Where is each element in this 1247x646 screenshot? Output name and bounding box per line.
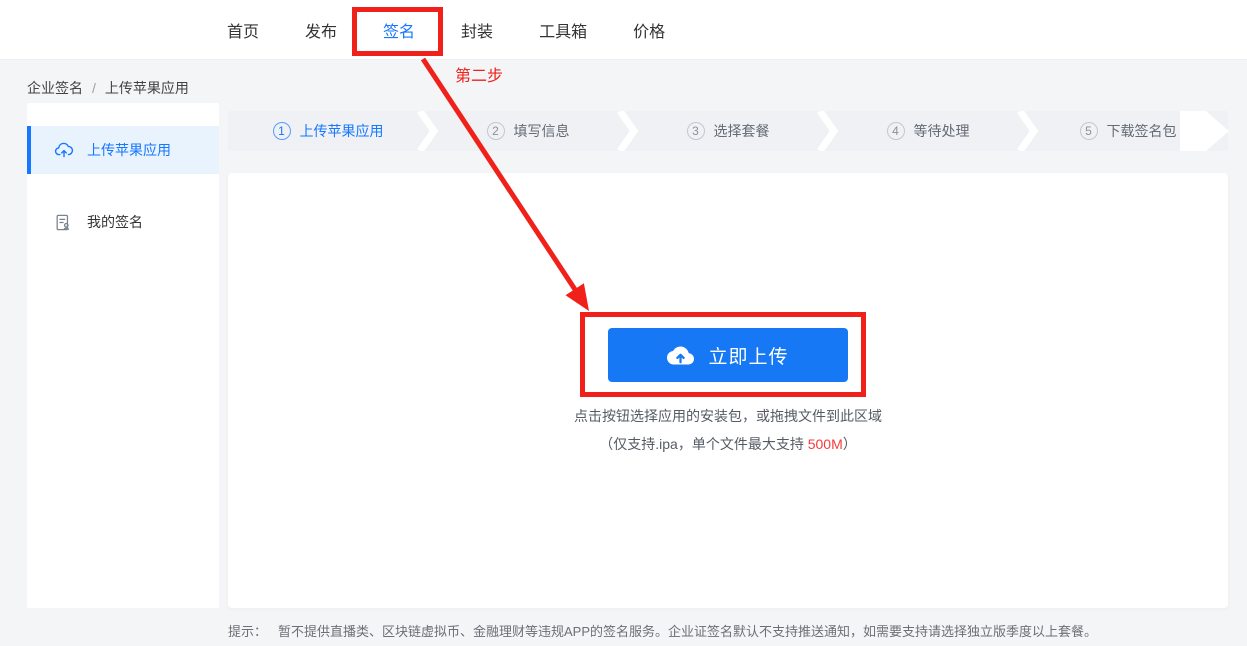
nav-item-package[interactable]: 封装 [461, 18, 493, 42]
max-size-highlight: 500M [807, 436, 843, 452]
step-label: 上传苹果应用 [299, 123, 384, 139]
nav-item-sign[interactable]: 签名 [383, 18, 416, 54]
step-1-upload: 1 上传苹果应用 [228, 111, 428, 151]
step-number-badge: 2 [486, 122, 505, 140]
breadcrumb-section[interactable]: 企业签名 [27, 78, 83, 98]
upload-now-button[interactable]: 立即上传 [608, 328, 848, 382]
step-number-badge: 4 [886, 122, 905, 140]
nav-item-publish[interactable]: 发布 [305, 18, 337, 42]
step-label: 选择套餐 [713, 123, 770, 139]
upload-hint-line1: 点击按钮选择应用的安装包，或拖拽文件到此区域 [574, 408, 882, 424]
upload-hint-line2: （仅支持.ipa，单个文件最大支持 500M） [599, 434, 857, 454]
signature-doc-icon [54, 212, 74, 232]
upload-button-label: 立即上传 [708, 346, 789, 368]
step-number-badge: 1 [272, 122, 291, 140]
sidebar: 上传苹果应用 我的签名 [27, 103, 219, 608]
page: 首页 发布 签名 封装 工具箱 价格 企业签名 / 上传苹果应用 上传苹果应用 [0, 0, 1247, 646]
sidebar-item-my-signatures[interactable]: 我的签名 [27, 198, 219, 246]
top-navigation: 首页 发布 签名 封装 工具箱 价格 [0, 0, 1247, 60]
steps-wizard-bar: 1 上传苹果应用 2 填写信息 3 选择套餐 4 等待处理 5 下载签名包 [228, 111, 1229, 151]
step-label: 填写信息 [513, 123, 570, 139]
step-5-download: 5 下载签名包 [1028, 111, 1228, 151]
breadcrumb-current-page: 上传苹果应用 [104, 80, 189, 96]
nav-item-home[interactable]: 首页 [227, 18, 259, 42]
step-number-badge: 3 [686, 122, 705, 140]
cloud-icon [667, 342, 695, 369]
breadcrumb: 企业签名 / 上传苹果应用 [27, 78, 189, 98]
annotation-step-label: 第二步 [455, 68, 504, 85]
breadcrumb-separator: / [92, 80, 96, 96]
hint-suffix: ） [842, 436, 857, 452]
upload-dropzone-card[interactable]: 立即上传 点击按钮选择应用的安装包，或拖拽文件到此区域 （仅支持.ipa，单个文… [228, 173, 1228, 608]
sidebar-item-label: 上传苹果应用 [87, 142, 171, 158]
step-label: 等待处理 [913, 123, 970, 139]
cloud-upload-icon [54, 140, 74, 160]
hint-prefix: （仅支持.ipa，单个文件最大支持 [599, 436, 808, 452]
sidebar-item-upload-app[interactable]: 上传苹果应用 [27, 126, 219, 174]
step-number-badge: 5 [1079, 122, 1098, 140]
nav-item-price[interactable]: 价格 [633, 18, 665, 42]
step-label: 下载签名包 [1106, 123, 1177, 139]
step-4-processing: 4 等待处理 [828, 111, 1028, 151]
nav-item-toolbox[interactable]: 工具箱 [539, 18, 587, 42]
footer-notice-prefix: 提示： [228, 624, 268, 639]
step-2-fill-info: 2 填写信息 [428, 111, 628, 151]
step-3-choose-plan: 3 选择套餐 [628, 111, 828, 151]
footer-notice: 提示： 暂不提供直播类、区块链虚拟币、金融理财等违规APP的签名服务。企业证签名… [228, 621, 1240, 640]
footer-notice-text: 暂不提供直播类、区块链虚拟币、金融理财等违规APP的签名服务。企业证签名默认不支… [278, 624, 1098, 639]
sidebar-item-label: 我的签名 [87, 214, 143, 230]
